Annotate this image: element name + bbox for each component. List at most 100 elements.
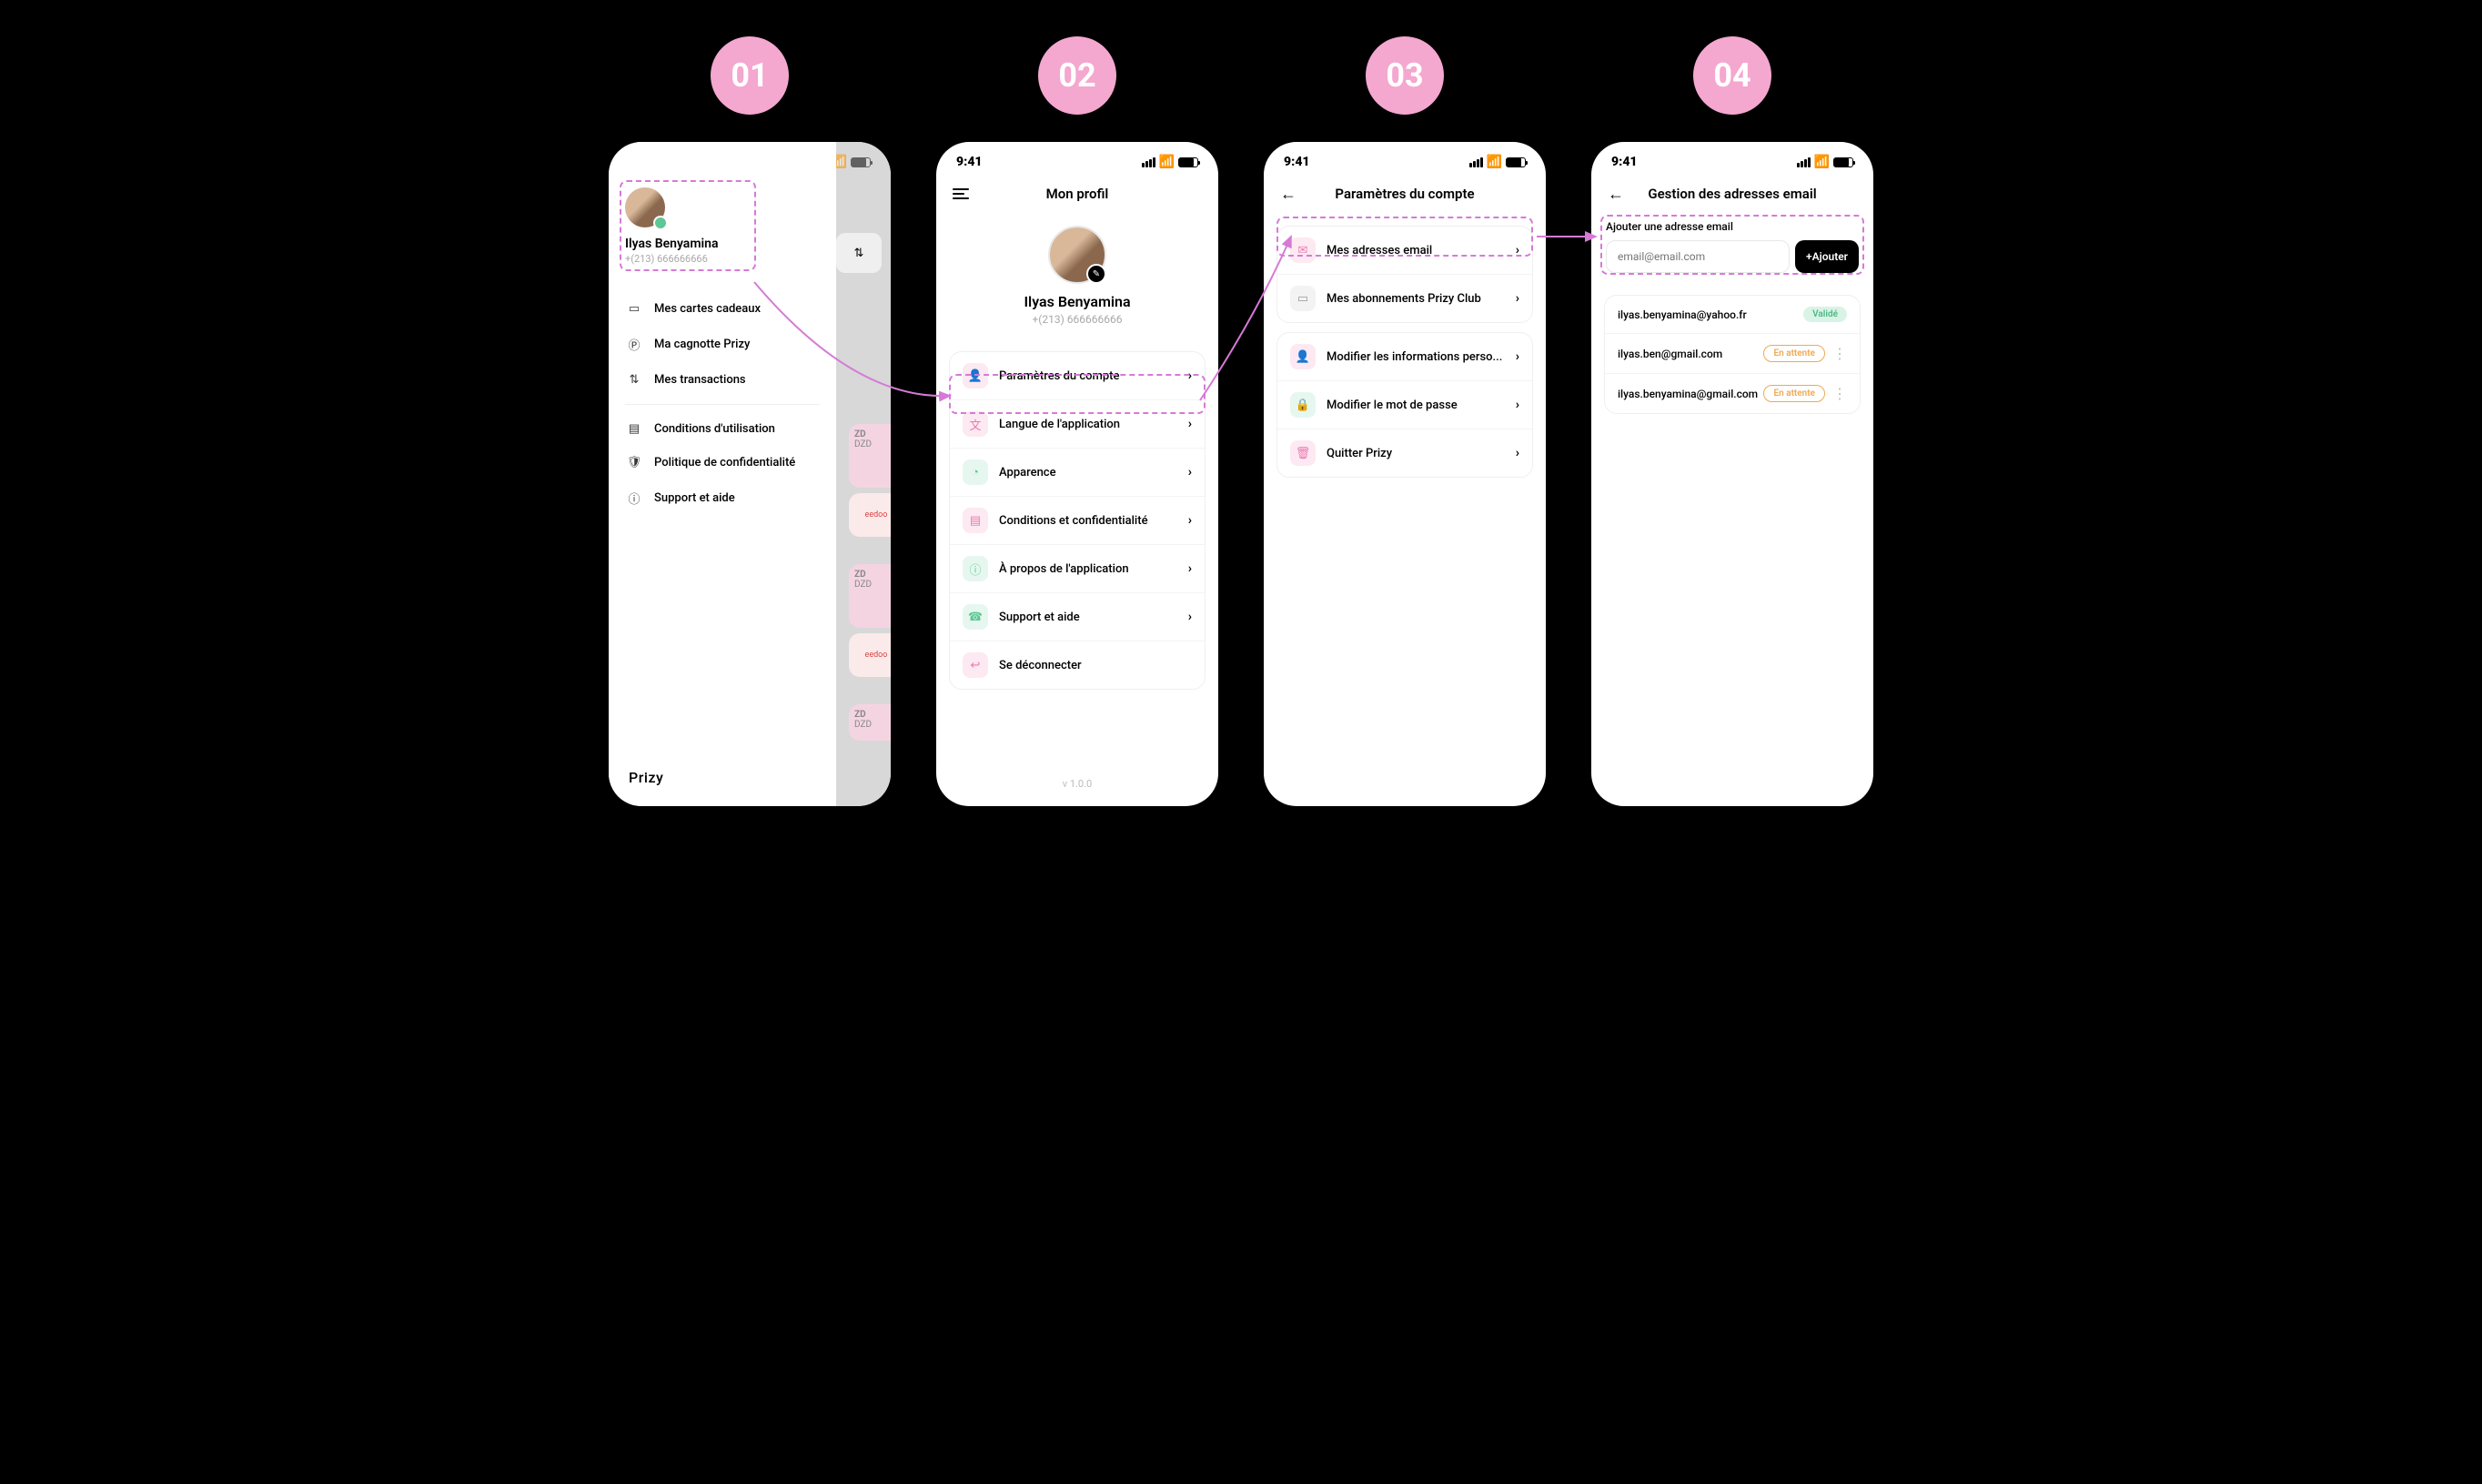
email-input[interactable] xyxy=(1606,240,1790,273)
user-icon: 👤 xyxy=(963,363,988,389)
language-icon: 文 xyxy=(963,411,988,437)
bg-price-3: ZD xyxy=(854,710,866,720)
menu-label: Politique de confidentialité xyxy=(654,456,795,469)
signal-icon xyxy=(1142,157,1155,167)
bg-curr-2: DZD xyxy=(854,580,891,590)
row-support[interactable]: ☎ Support et aide› xyxy=(950,592,1205,641)
user-name: Ilyas Benyamina xyxy=(1024,293,1130,310)
step-badge-02: 02 xyxy=(1038,36,1116,115)
menu-giftcards[interactable]: ▭ Mes cartes cadeaux xyxy=(625,292,820,326)
bg-brand-1: eedoo xyxy=(849,493,891,537)
more-icon[interactable]: ⋮ xyxy=(1832,385,1847,402)
row-label: À propos de l'application xyxy=(999,562,1188,576)
battery-icon xyxy=(851,157,871,167)
verified-badge-icon xyxy=(653,216,668,230)
menu-support[interactable]: ⓘ Support et aide xyxy=(625,480,820,517)
menu-label: Mes cartes cadeaux xyxy=(654,302,761,316)
status-badge: En attente xyxy=(1763,345,1825,362)
row-terms[interactable]: ▤Conditions et confidentialité› xyxy=(950,496,1205,544)
wifi-icon: 📶 xyxy=(1487,155,1502,169)
row-label: Support et aide xyxy=(999,611,1188,624)
email-row: ilyas.benyamina@gmail.comEn attente ⋮ xyxy=(1605,373,1860,413)
row-edit-info[interactable]: 👤Modifier les informations perso...› xyxy=(1277,333,1532,380)
row-label: Se déconnecter xyxy=(999,659,1192,672)
transfer-icon: ⇅ xyxy=(625,373,643,387)
status-time: 9:41 xyxy=(1611,155,1638,169)
email-address: ilyas.benyamina@yahoo.fr xyxy=(1618,308,1803,321)
wifi-icon: 📶 xyxy=(1159,155,1175,169)
bg-curr-3: DZD xyxy=(854,720,891,730)
chevron-right-icon: › xyxy=(1516,291,1519,306)
user-phone: +(213) 666666666 xyxy=(1033,313,1123,326)
clock-icon: ◔ xyxy=(963,459,988,485)
bg-curr: DZD xyxy=(854,439,891,449)
menu-label: Support et aide xyxy=(654,491,735,505)
more-icon[interactable]: ⋮ xyxy=(1832,345,1847,362)
row-label: Langue de l'application xyxy=(999,418,1188,431)
menu-label: Conditions d'utilisation xyxy=(654,422,775,436)
row-quit[interactable]: 🗑Quitter Prizy› xyxy=(1277,429,1532,477)
email-row: ilyas.benyamina@yahoo.frValidé xyxy=(1605,296,1860,333)
menu-transactions[interactable]: ⇅ Mes transactions xyxy=(625,363,820,397)
headset-icon: ☎ xyxy=(963,604,988,630)
email-address: ilyas.benyamina@gmail.com xyxy=(1618,388,1763,400)
menu-label: Mes transactions xyxy=(654,373,746,387)
row-label: Paramètres du compte xyxy=(999,369,1188,383)
row-language[interactable]: 文Langue de l'application› xyxy=(950,399,1205,448)
chevron-right-icon: › xyxy=(1188,513,1192,528)
menu-cagnotte[interactable]: Ⓟ Ma cagnotte Prizy xyxy=(625,326,820,363)
chevron-right-icon: › xyxy=(1188,610,1192,624)
row-password[interactable]: 🔒Modifier le mot de passe› xyxy=(1277,380,1532,429)
edit-icon[interactable]: ✎ xyxy=(1086,264,1106,284)
page-title: Paramètres du compte xyxy=(1335,186,1474,202)
phone-screen-04: 9:41📶 ←Gestion des adresses email Ajoute… xyxy=(1591,142,1873,806)
row-label: Quitter Prizy xyxy=(1327,447,1516,460)
row-account-settings[interactable]: 👤Paramètres du compte› xyxy=(950,352,1205,399)
card-icon: ▭ xyxy=(1290,286,1316,311)
card-icon: ▭ xyxy=(625,302,643,316)
menu-button[interactable] xyxy=(953,188,969,199)
info-icon: ⓘ xyxy=(963,556,988,581)
email-list: ilyas.benyamina@yahoo.frValidé ilyas.ben… xyxy=(1604,295,1861,414)
user-icon: 👤 xyxy=(1290,344,1316,369)
chevron-right-icon: › xyxy=(1516,243,1519,257)
row-label: Conditions et confidentialité xyxy=(999,514,1188,528)
phone-screen-03: 9:41📶 ←Paramètres du compte ✉Mes adresse… xyxy=(1264,142,1546,806)
info-icon: ⓘ xyxy=(625,490,643,507)
signal-icon xyxy=(1469,157,1483,167)
step-badge-04: 04 xyxy=(1693,36,1771,115)
row-subscriptions[interactable]: ▭Mes abonnements Prizy Club› xyxy=(1277,274,1532,322)
coin-icon: Ⓟ xyxy=(625,336,643,353)
row-about[interactable]: ⓘÀ propos de l'application› xyxy=(950,544,1205,592)
menu-label: Ma cagnotte Prizy xyxy=(654,338,750,351)
step-badge-03: 03 xyxy=(1366,36,1444,115)
shield-icon: 🛡 xyxy=(625,456,643,469)
trash-icon: 🗑 xyxy=(1290,440,1316,466)
user-name: Ilyas Benyamina xyxy=(625,237,820,251)
bg-price: ZD xyxy=(854,429,866,439)
row-logout[interactable]: ↩Se déconnecter xyxy=(950,641,1205,689)
lock-icon: 🔒 xyxy=(1290,392,1316,418)
status-badge: Validé xyxy=(1803,307,1847,322)
email-row: ilyas.ben@gmail.comEn attente⋮ xyxy=(1605,333,1860,373)
step-badge-01: 01 xyxy=(711,36,789,115)
page-title: Mon profil xyxy=(1046,186,1109,202)
status-badge: En attente xyxy=(1763,385,1825,402)
add-button[interactable]: +Ajouter xyxy=(1795,240,1859,273)
row-label: Modifier les informations perso... xyxy=(1327,350,1516,364)
menu-terms[interactable]: ▤Conditions d'utilisation xyxy=(625,412,820,446)
row-appearance[interactable]: ◔Apparence› xyxy=(950,448,1205,496)
battery-icon xyxy=(1506,157,1526,167)
back-button[interactable]: ← xyxy=(1280,185,1296,204)
status-time: 9:41 xyxy=(956,155,983,169)
menu-privacy[interactable]: 🛡 Politique de confidentialité xyxy=(625,446,820,480)
add-email-label: Ajouter une adresse email xyxy=(1606,220,1859,233)
back-button[interactable]: ← xyxy=(1608,185,1624,204)
wifi-icon: 📶 xyxy=(1814,155,1830,169)
brand-logo: Prizy xyxy=(629,769,663,786)
signal-icon xyxy=(1797,157,1811,167)
drawer-profile[interactable]: Ilyas Benyamina +(213) 666666666 xyxy=(625,187,820,265)
row-emails[interactable]: ✉Mes adresses email› xyxy=(1277,227,1532,274)
avatar[interactable]: ✎ xyxy=(1048,226,1106,284)
chevron-right-icon: › xyxy=(1188,465,1192,480)
